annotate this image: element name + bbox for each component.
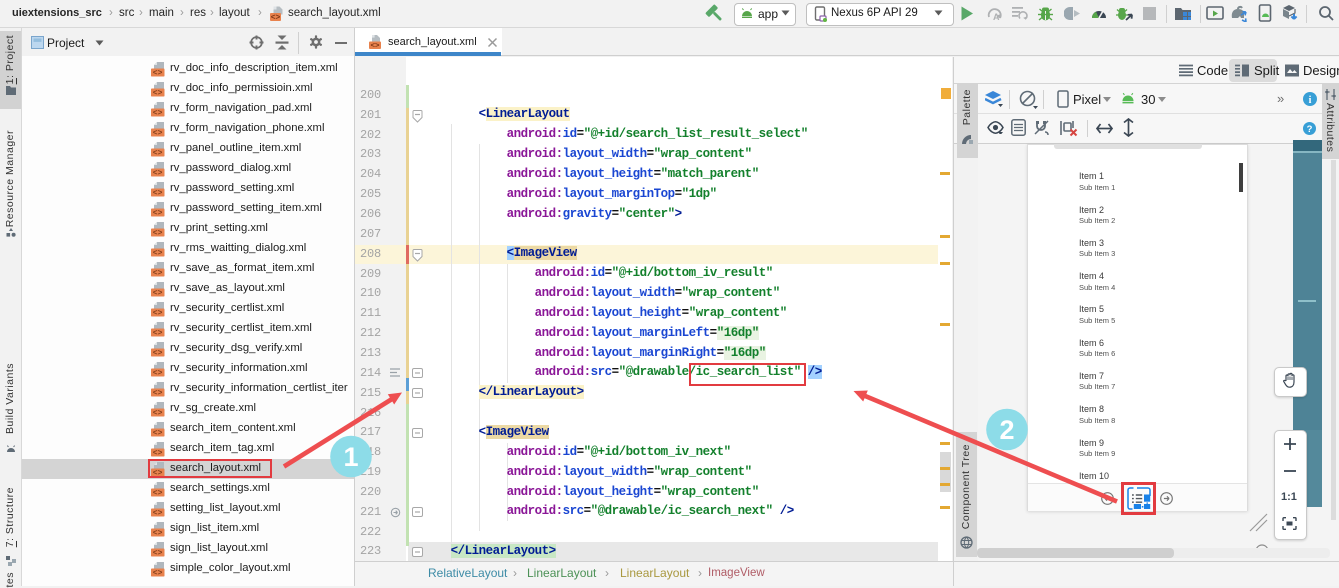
svg-text:1: 1 <box>343 442 358 472</box>
svg-text:2: 2 <box>999 415 1014 445</box>
